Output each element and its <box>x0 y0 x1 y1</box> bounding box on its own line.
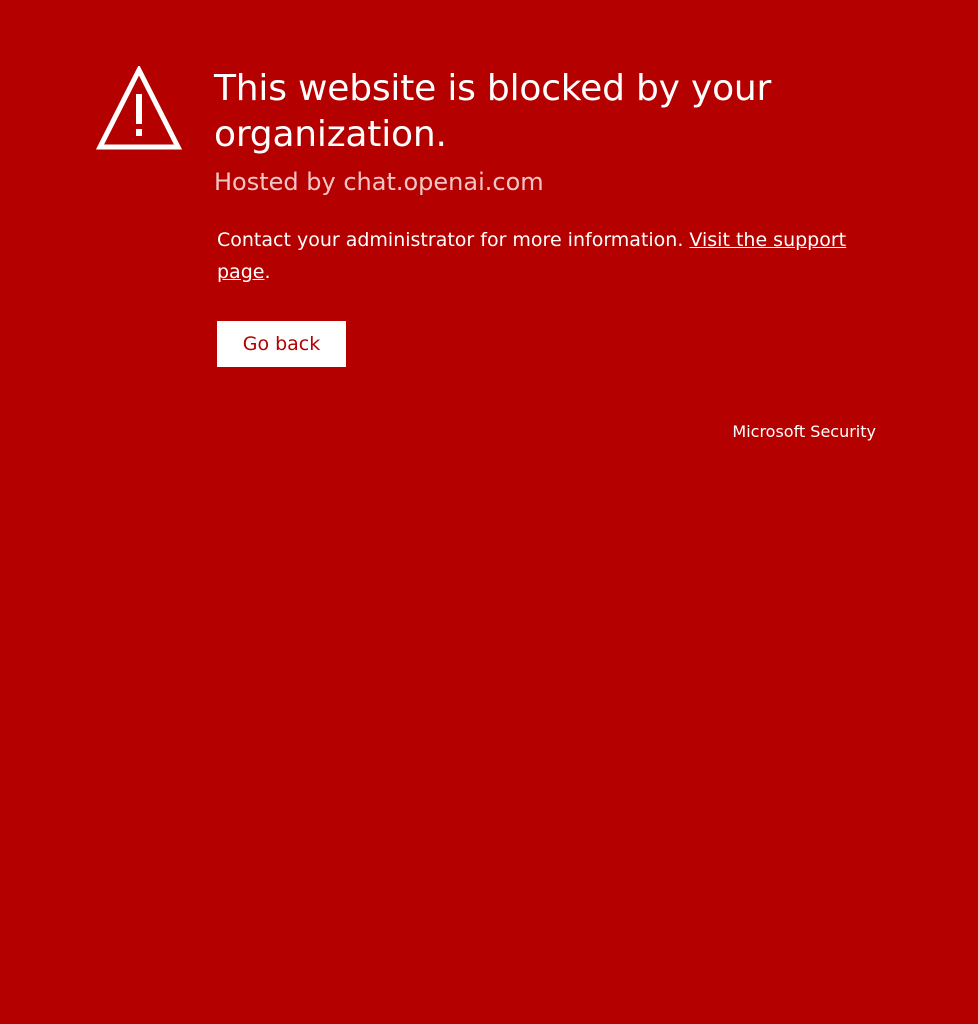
warning-icon <box>96 66 182 150</box>
hosted-by-text: Hosted by chat.openai.com <box>214 168 544 196</box>
blocked-page: This website is blocked by your organiza… <box>0 0 978 1024</box>
page-title: This website is blocked by your organiza… <box>214 68 772 155</box>
go-back-button[interactable]: Go back <box>217 321 346 367</box>
info-message: Contact your administrator for more info… <box>217 224 857 288</box>
info-message-text: Contact your administrator for more info… <box>217 229 690 251</box>
info-message-suffix: . <box>264 261 271 283</box>
main-content: This website is blocked by your organiza… <box>214 66 874 367</box>
microsoft-security-brand: Microsoft Security <box>732 422 876 441</box>
